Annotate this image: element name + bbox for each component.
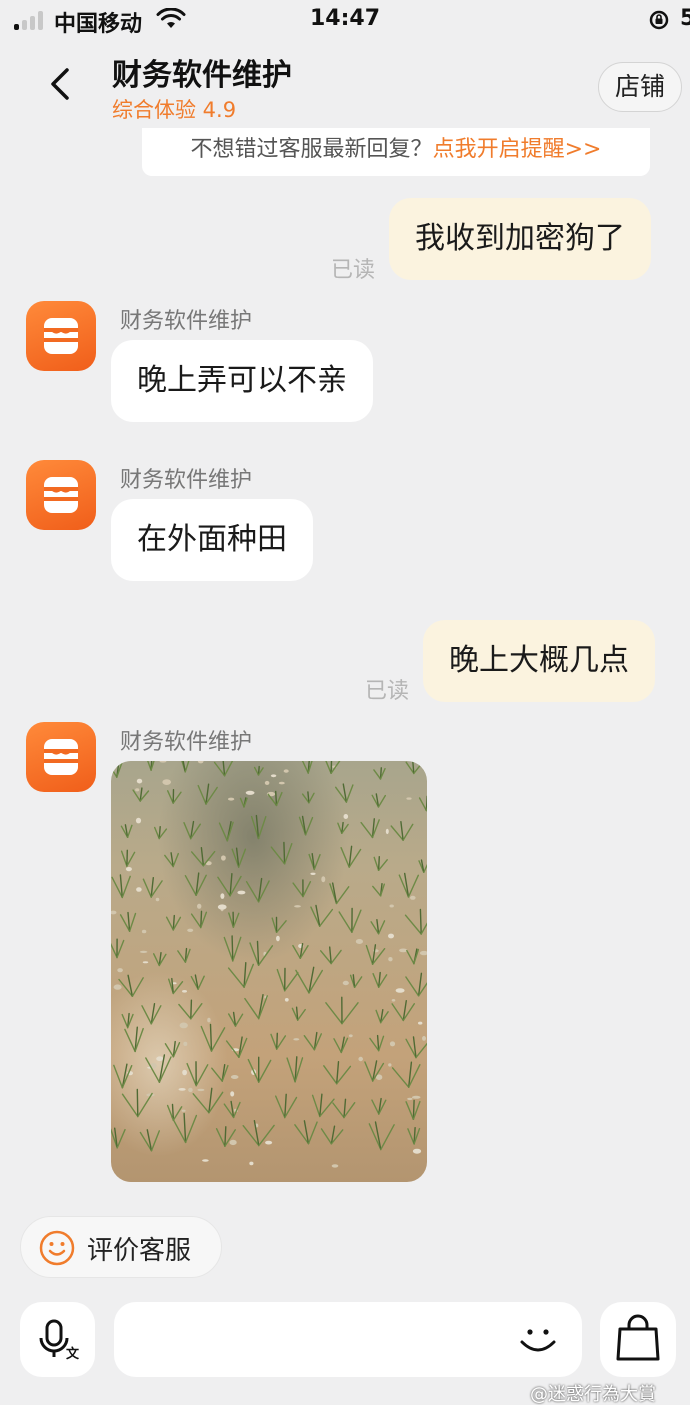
status-bar: 中国移动 14:47 5 (0, 0, 690, 40)
outgoing-message-bubble[interactable]: 我收到加密狗了 (389, 198, 651, 280)
notification-prompt-text: 不想错过客服最新回复？ (190, 137, 433, 162)
svg-text:文: 文 (66, 1346, 80, 1362)
shop-avatar[interactable] (26, 460, 96, 530)
shop-avatar[interactable] (26, 301, 96, 371)
voice-to-text-icon: 文 (39, 1319, 80, 1362)
smile-icon (39, 1230, 75, 1266)
store-icon (44, 739, 78, 775)
read-receipt: 已读 (331, 258, 376, 283)
read-receipt: 已读 (365, 679, 410, 704)
message-input[interactable] (114, 1302, 582, 1377)
watermark: @迷惑行為大賞 (530, 1384, 656, 1405)
rotation-lock-icon (649, 10, 669, 30)
page-title: 财务软件维护 (112, 58, 292, 93)
incoming-message-bubble[interactable]: 晚上弄可以不亲 (111, 340, 373, 422)
sender-name: 财务软件维护 (120, 468, 253, 493)
store-icon (44, 477, 78, 513)
shop-button[interactable]: 店铺 (598, 62, 682, 112)
shop-avatar[interactable] (26, 722, 96, 792)
chat-header: 财务软件维护 综合体验 4.9 店铺 (0, 40, 690, 130)
outgoing-message-bubble[interactable]: 晚上大概几点 (423, 620, 655, 702)
emoji-button[interactable] (516, 1318, 560, 1362)
clock: 14:47 (309, 6, 381, 31)
rating-label: 综合体验 4.9 (112, 98, 237, 122)
rate-service-label: 评价客服 (87, 1236, 192, 1266)
sender-name: 财务软件维护 (120, 309, 253, 334)
shopping-bag-button[interactable] (600, 1302, 676, 1377)
incoming-message-bubble[interactable]: 在外面种田 (111, 499, 313, 581)
enable-reminder-link[interactable]: 点我开启提醒>> (433, 137, 602, 162)
notification-prompt: 不想错过客服最新回复？点我开启提醒>> (142, 128, 650, 176)
shopping-bag-icon (616, 1314, 660, 1361)
sender-name: 财务软件维护 (120, 730, 253, 755)
battery-level: 5 (680, 6, 690, 31)
store-icon (44, 318, 78, 354)
back-button[interactable] (40, 64, 80, 104)
rice-paddy-photo[interactable] (111, 761, 427, 1182)
rate-service-button[interactable]: 评价客服 (20, 1216, 222, 1278)
voice-button[interactable]: 文 (20, 1302, 95, 1377)
